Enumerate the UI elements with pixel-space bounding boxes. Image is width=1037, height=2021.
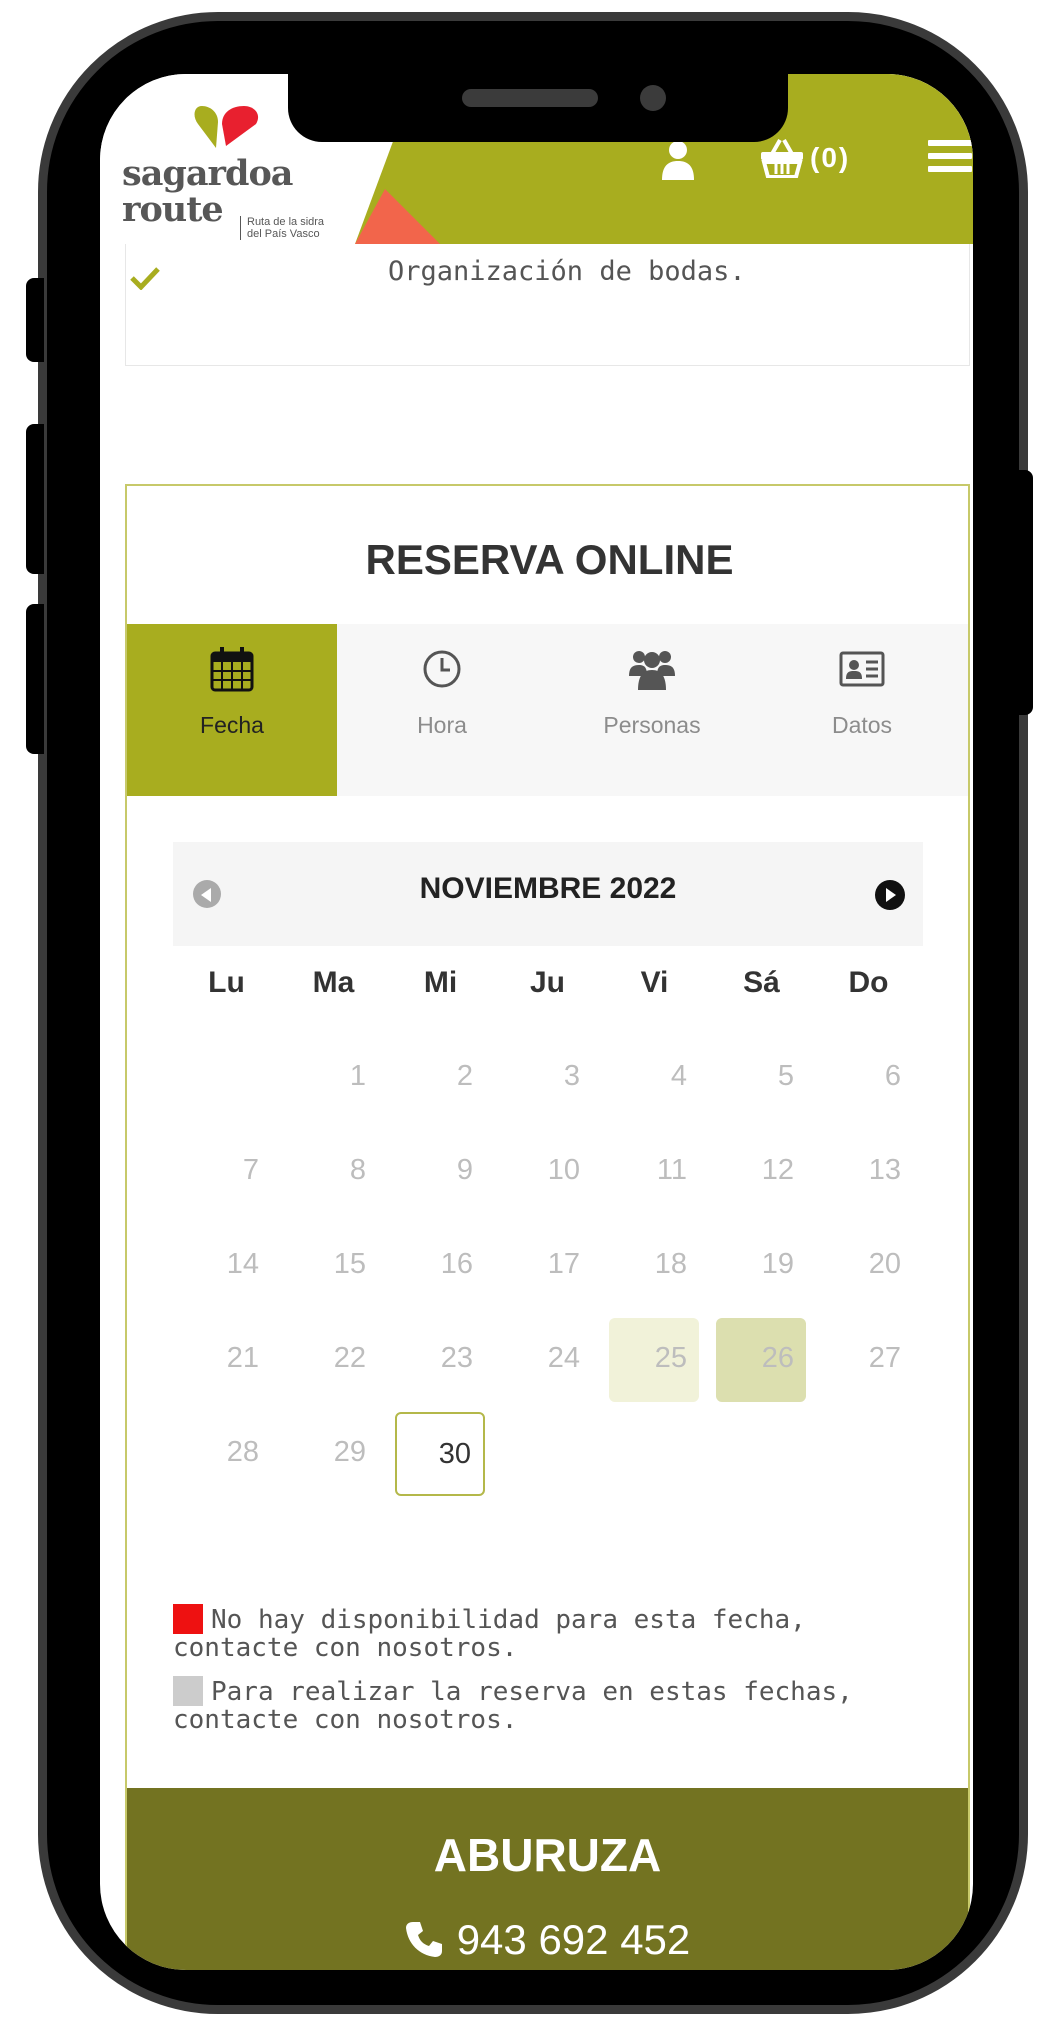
weekday-label: Do (848, 966, 889, 999)
next-month-icon[interactable] (875, 880, 905, 910)
calendar-day[interactable]: 1 (288, 1036, 378, 1120)
calendar-day[interactable]: 13 (823, 1130, 913, 1214)
logo-tagline: Ruta de la sidra del País Vasco (240, 216, 324, 240)
calendar-day[interactable]: 14 (181, 1224, 271, 1308)
calendar-day[interactable]: 8 (288, 1130, 378, 1214)
clock-icon (423, 650, 461, 688)
phone-power-button (1019, 470, 1033, 715)
legend-item: Para realizar la reserva en estas fechas… (173, 1676, 933, 1734)
calendar-day[interactable]: 15 (288, 1224, 378, 1308)
calendar-day[interactable]: 17 (502, 1224, 592, 1308)
legend-text: Para realizar la reserva en estas fechas… (173, 1677, 853, 1735)
calendar-legend: No hay disponibilidad para esta fecha, c… (173, 1604, 933, 1748)
feature-item-text: Organización de bodas. (388, 256, 746, 287)
calendar-day[interactable]: 19 (716, 1224, 806, 1308)
calendar-day[interactable]: 9 (395, 1130, 485, 1214)
calendar-day[interactable]: 25 (609, 1318, 699, 1402)
reservation-widget: RESERVA ONLINE Fecha Hora Personas Datos… (125, 484, 970, 1970)
tab-label: Datos (831, 712, 893, 738)
calendar-day[interactable]: 5 (716, 1036, 806, 1120)
tab-personas[interactable]: Personas (547, 624, 757, 796)
phone-side-button (26, 604, 44, 754)
basket-count[interactable]: (0) (810, 142, 850, 174)
phone-number: 943 692 452 (456, 1916, 691, 1963)
id-card-icon (839, 651, 885, 687)
calendar-day[interactable]: 24 (502, 1318, 592, 1402)
legend-item: No hay disponibilidad para esta fecha, c… (173, 1604, 933, 1662)
restaurant-name: ABURUZA (433, 1829, 662, 1881)
calendar-day[interactable]: 6 (823, 1036, 913, 1120)
calendar-day[interactable]: 22 (288, 1318, 378, 1402)
weekday-label: Ma (312, 966, 355, 999)
grey-swatch (173, 1676, 203, 1706)
tab-fecha[interactable]: Fecha (127, 624, 337, 796)
calendar-day[interactable]: 12 (716, 1130, 806, 1214)
phone-icon (405, 1922, 442, 1957)
weekday-label: Mi (423, 966, 458, 999)
calendar-day[interactable]: 10 (502, 1130, 592, 1214)
calendar-day[interactable]: 7 (181, 1130, 271, 1214)
reservation-steps: Fecha Hora Personas Datos (127, 624, 968, 796)
hamburger-menu-icon[interactable] (928, 140, 972, 176)
calendar-day[interactable]: 2 (395, 1036, 485, 1120)
weekday-label: Vi (640, 966, 669, 999)
calendar-weekdays: Lu Ma Mi Ju Vi Sá Do (173, 966, 923, 1000)
basket-icon[interactable] (760, 138, 804, 178)
feature-list (125, 234, 970, 366)
weekday-label: Lu (208, 966, 245, 999)
calendar-month: NOVIEMBRE 2022 (419, 872, 677, 905)
calendar-day[interactable]: 27 (823, 1318, 913, 1402)
calendar-header: NOVIEMBRE 2022 (173, 842, 923, 946)
phone-notch (288, 74, 788, 142)
weekday-label: Sá (743, 966, 780, 999)
legend-text: No hay disponibilidad para esta fecha, c… (173, 1605, 806, 1663)
calendar-day[interactable]: 26 (716, 1318, 806, 1402)
calendar-day[interactable]: 11 (609, 1130, 699, 1214)
phone-speaker (462, 89, 598, 107)
tab-hora[interactable]: Hora (337, 624, 547, 796)
check-icon (130, 267, 160, 290)
restaurant-footer: ABURUZA 943 692 452 (127, 1788, 968, 1970)
calendar-day[interactable]: 16 (395, 1224, 485, 1308)
reservation-title: RESERVA ONLINE (365, 536, 734, 583)
heart-logo-icon (194, 106, 259, 148)
red-swatch (173, 1604, 203, 1634)
tab-datos[interactable]: Datos (757, 624, 967, 796)
phone-side-button (26, 424, 44, 574)
calendar-day[interactable]: 3 (502, 1036, 592, 1120)
phone-link[interactable]: 943 692 452 (127, 1916, 968, 1964)
calendar-day[interactable]: 23 (395, 1318, 485, 1402)
calendar-icon (210, 647, 254, 692)
calendar-day[interactable]: 29 (288, 1412, 378, 1496)
tab-label: Personas (603, 712, 701, 738)
users-icon (629, 651, 675, 690)
calendar-day[interactable]: 18 (609, 1224, 699, 1308)
calendar-day[interactable]: 20 (823, 1224, 913, 1308)
calendar-day[interactable]: 30 (395, 1412, 485, 1496)
calendar-day[interactable]: 28 (181, 1412, 271, 1496)
tab-label: Fecha (200, 712, 264, 738)
phone-camera (640, 85, 666, 111)
phone-screen: sagardoa route Ruta de la sidra del País… (100, 74, 973, 1970)
phone-side-button (26, 278, 44, 362)
user-icon[interactable] (662, 140, 694, 180)
calendar-day[interactable]: 21 (181, 1318, 271, 1402)
weekday-label: Ju (529, 966, 565, 999)
calendar-day[interactable]: 4 (609, 1036, 699, 1120)
tab-label: Hora (417, 712, 467, 738)
